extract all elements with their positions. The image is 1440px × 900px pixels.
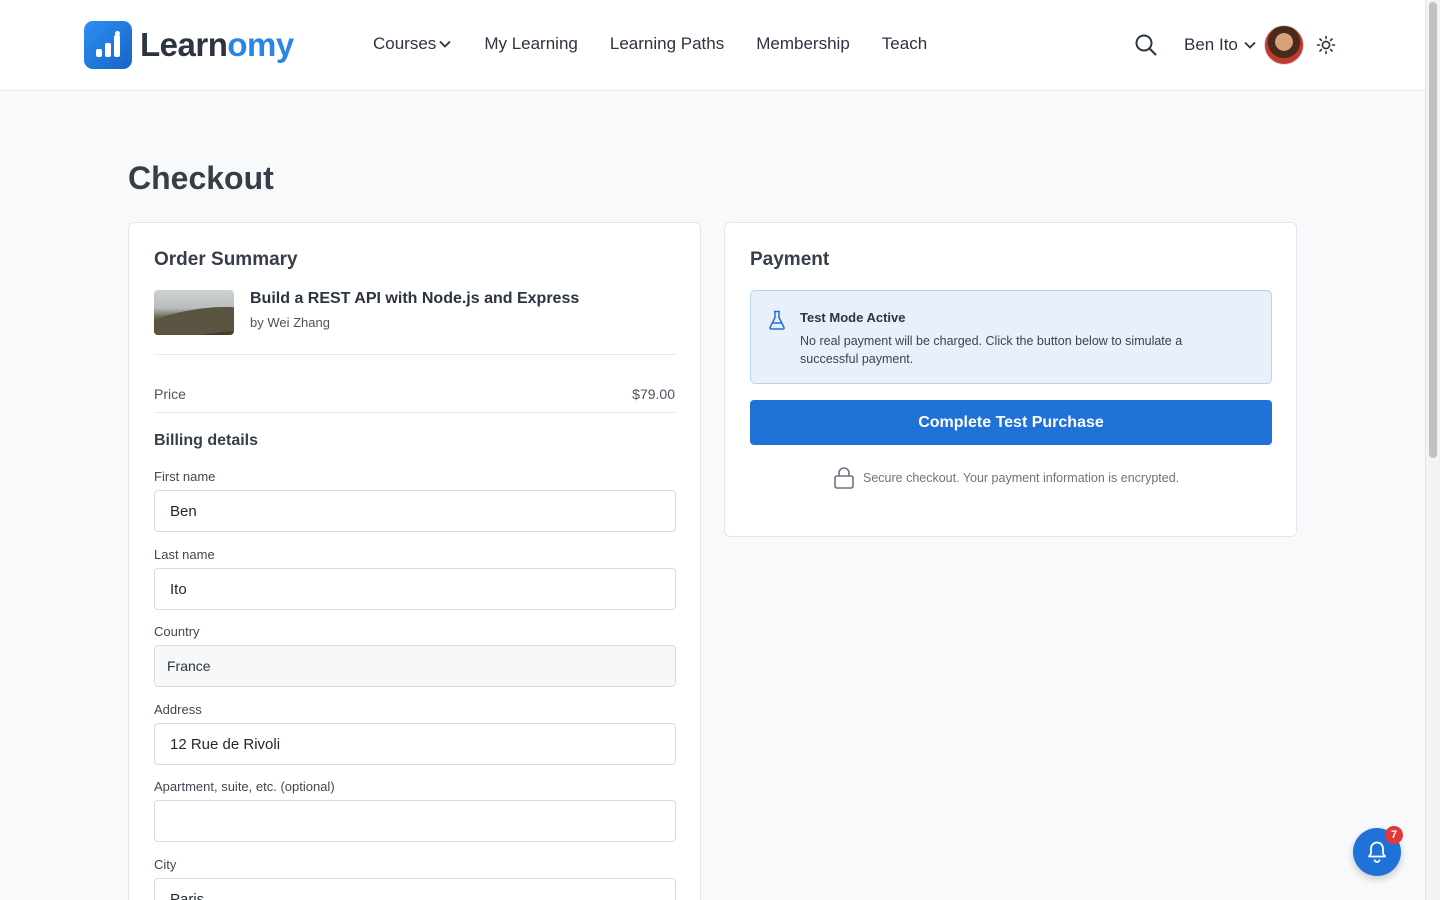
apartment-input[interactable] [154,800,676,842]
nav-membership-label: Membership [756,34,850,53]
header-actions: Ben Ito [1134,22,1336,68]
price-value: $79.00 [632,386,675,402]
price-label: Price [154,386,186,402]
country-select-value: France [167,658,211,674]
top-navbar: Learnomy Courses My Learning Learning Pa… [0,0,1425,91]
nav-learning-paths[interactable]: Learning Paths [610,34,724,54]
nav-my-learning-label: My Learning [484,34,578,53]
avatar[interactable] [1263,25,1304,65]
country-label: Country [154,624,200,639]
course-author: by Wei Zhang [250,315,330,330]
sun-icon[interactable] [1316,35,1336,55]
page-title: Checkout [128,160,274,196]
order-summary-card: Order Summary Build a REST API with Node… [128,222,701,900]
first-name-input[interactable] [154,490,676,532]
nav-courses-label: Courses [373,34,437,53]
apartment-label: Apartment, suite, etc. (optional) [154,779,335,794]
complete-test-purchase-button[interactable]: Complete Test Purchase [750,400,1272,445]
divider [154,354,676,355]
main-nav: Courses My Learning Learning Paths Membe… [373,34,959,54]
logo[interactable]: Learnomy [84,21,294,69]
bell-icon [1368,841,1386,863]
payment-title: Payment [750,249,830,270]
lock-icon [834,467,854,489]
test-mode-text: No real payment will be charged. Click t… [800,334,1183,366]
divider [154,412,676,413]
search-icon[interactable] [1134,33,1158,57]
flask-icon [769,310,785,330]
secure-checkout-note: Secure checkout. Your payment informatio… [833,466,1179,490]
nav-courses[interactable]: Courses [373,34,452,54]
course-title: Build a REST API with Node.js and Expres… [250,290,580,307]
nav-my-learning[interactable]: My Learning [484,34,578,54]
city-input[interactable] [154,878,676,900]
nav-teach[interactable]: Teach [882,34,927,54]
chevron-down-icon [1244,41,1256,49]
address-label: Address [154,702,202,717]
notification-count-badge: 7 [1385,826,1403,844]
logo-text-part1: Learn [140,26,228,63]
country-select[interactable]: France [154,645,676,687]
logo-icon [84,21,132,69]
billing-details-title: Billing details [154,432,259,449]
course-thumbnail [154,290,234,335]
scrollbar-thumb[interactable] [1429,2,1437,458]
logo-text-part2: omy [227,26,294,63]
address-input[interactable] [154,723,676,765]
last-name-input[interactable] [154,568,676,610]
user-menu[interactable]: Ben Ito [1184,35,1258,55]
logo-text: Learnomy [140,26,294,64]
first-name-label: First name [154,469,216,484]
city-label: City [154,857,177,872]
last-name-label: Last name [154,547,215,562]
nav-learning-paths-label: Learning Paths [609,34,725,53]
payment-card: Payment Test Mode Active No real payment… [724,222,1297,537]
nav-teach-label: Teach [881,34,928,53]
nav-membership[interactable]: Membership [756,34,850,54]
order-summary-title: Order Summary [154,249,298,270]
secure-checkout-text: Secure checkout. Your payment informatio… [863,471,1180,485]
test-mode-alert: Test Mode Active No real payment will be… [750,290,1272,384]
chevron-down-icon [439,40,451,48]
user-name: Ben Ito [1184,35,1238,54]
test-mode-title: Test Mode Active [800,310,906,325]
